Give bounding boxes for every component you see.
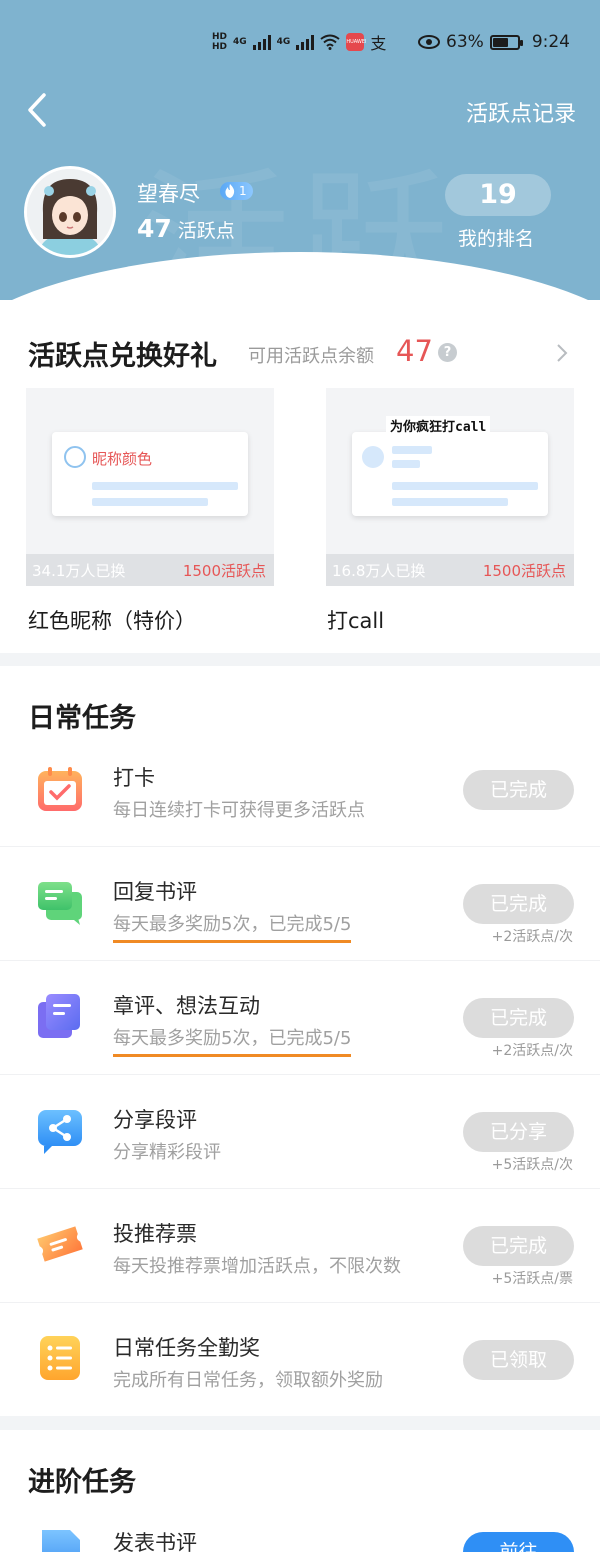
signal-icon [252,34,271,50]
task-status-button[interactable]: 已领取 [463,1340,574,1380]
person-icon [64,446,86,468]
preview-avatar [362,446,384,468]
preview-line [92,482,238,490]
task-desc: 每天投推荐票增加活跃点，不限次数 [113,1256,401,1277]
wifi-icon [320,34,340,50]
task-title: 回复书评 [113,880,197,904]
task-reward: +5活跃点/票 [491,1271,573,1287]
preview-line [392,460,420,468]
chevron-right-icon[interactable] [555,343,569,363]
gift-preview: 昵称颜色 [52,432,248,516]
task-reward: +5活跃点/次 [491,1157,573,1173]
task-desc: 分享精彩段评 [113,1142,221,1163]
help-icon[interactable]: ? [438,343,457,362]
points-unit: 活跃点 [177,220,235,242]
alipay-icon: 支 [370,34,387,53]
task-desc: 每天最多奖励5次，已完成5/5 [113,910,352,943]
gift-footer: 16.8万人已换 1500活跃点 [326,554,574,586]
task-title: 发表书评 [113,1531,197,1552]
task-title: 打卡 [113,766,155,790]
rank-label[interactable]: 我的排名 [458,224,534,251]
clock: 9:24 [531,32,570,52]
network-label-1: 4G [233,37,247,47]
network-label-2: 4G [276,37,291,47]
advanced-tasks-title: 进阶任务 [28,1467,136,1498]
signal-icon [296,34,315,50]
active-points: 47 活跃点 [137,214,235,243]
task-reward: +2活跃点/次 [491,1043,573,1059]
balance-value: 47 [396,334,433,368]
flame-icon [225,184,235,198]
task-desc: 每日连续打卡可获得更多活跃点 [113,800,365,821]
chat-bubble-icon [38,882,82,925]
back-arrow-icon[interactable] [22,92,56,128]
gift-footer: 34.1万人已换 1500活跃点 [26,554,274,586]
hd-label-1: HD [212,32,228,42]
document-icon [42,1530,80,1552]
daily-tasks-title: 日常任务 [28,703,136,734]
level-number: 1 [239,184,247,198]
level-badge: 1 [220,182,253,200]
gift-preview-text: 为你疯狂打call [386,416,491,435]
task-status-button[interactable]: 已完成 [463,998,574,1038]
preview-line [392,498,508,506]
share-icon [38,1110,82,1154]
task-status-button[interactable]: 已分享 [463,1112,574,1152]
gift-card-call[interactable]: 为你疯狂打call 16.8万人已换 1500活跃点 [326,388,574,586]
avatar[interactable] [24,166,116,258]
ticket-icon [37,1226,83,1262]
hd-indicator: HD HD [212,32,227,52]
gift-name[interactable]: 红色昵称（特价） [28,605,196,635]
hd-label-2: HD [212,42,228,52]
gift-exchange-count: 16.8万人已换 [332,561,426,580]
exchange-title: 活跃点兑换好礼 [28,341,217,372]
task-status-button[interactable]: 已完成 [463,884,574,924]
task-desc: 完成所有日常任务，领取额外奖励 [113,1370,383,1391]
task-reward: +2活跃点/次 [491,929,573,945]
task-status-button[interactable]: 已完成 [463,1226,574,1266]
eye-icon [418,35,441,49]
task-title: 日常任务全勤奖 [113,1336,260,1360]
gift-cost: 1500活跃点 [182,561,266,580]
task-title: 章评、想法互动 [113,994,260,1018]
huawei-app-icon: HUAWEI [346,33,366,51]
battery-percent: 63% [446,32,484,52]
status-bar: HD HD 4G 4G HUAWEI 支 63% 9:24 [0,0,600,90]
balance-label: 可用活跃点余额 [248,346,374,367]
calendar-check-icon [38,767,82,811]
comment-card-icon [38,994,80,1038]
go-button[interactable]: 前往 [463,1532,574,1552]
username: 望春尽 [137,182,200,206]
list-icon [40,1336,80,1380]
task-status-button[interactable]: 已完成 [463,770,574,810]
status-left: HD HD 4G 4G HUAWEI 支 [212,30,386,54]
gift-exchange-count: 34.1万人已换 [32,561,126,580]
activity-record-link[interactable]: 活跃点记录 [466,96,576,128]
preview-line [92,498,208,506]
status-right: 63% 9:24 [418,32,570,52]
task-title: 分享段评 [113,1108,197,1132]
gift-preview-text: 昵称颜色 [92,450,153,468]
gift-card-red-nickname[interactable]: 昵称颜色 34.1万人已换 1500活跃点 [26,388,274,586]
task-title: 投推荐票 [113,1222,197,1246]
gift-name[interactable]: 打call [327,605,384,635]
points-value: 47 [137,214,172,243]
rank-value[interactable]: 19 [445,174,551,216]
gift-cost: 1500活跃点 [482,561,566,580]
preview-line [392,446,432,454]
task-desc: 每天最多奖励5次，已完成5/5 [113,1024,352,1057]
gift-preview [352,432,548,516]
header-curve [0,252,600,300]
preview-line [392,482,538,490]
battery-icon [489,34,523,50]
